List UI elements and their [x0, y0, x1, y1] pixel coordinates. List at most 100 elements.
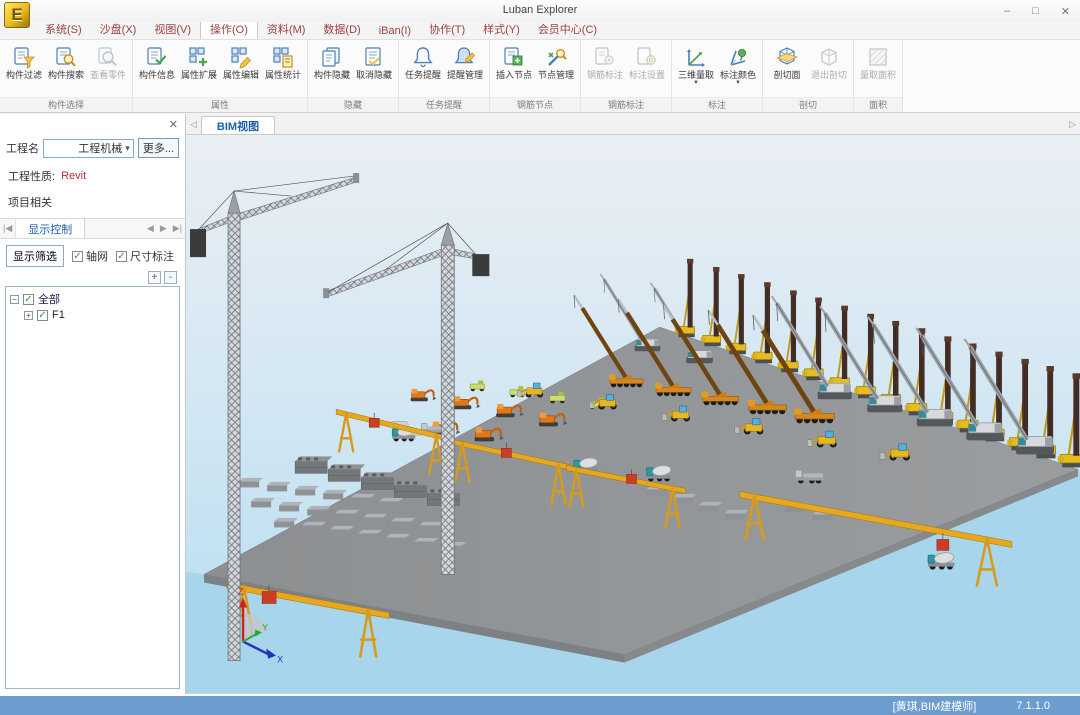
minimize-button[interactable]: – [1004, 5, 1010, 17]
axis-z-label: Z [238, 587, 244, 597]
ribbon-group-task-reminder: 任务提醒 提醒管理 任务提醒 [399, 40, 490, 112]
panel-close-icon[interactable]: ✕ [169, 118, 178, 131]
ribbon-group-label: 隐藏 [308, 97, 398, 112]
tab-next-icon[interactable]: ▶ [157, 219, 170, 238]
grid-pencil-icon [228, 44, 254, 70]
axis-grid-checkbox[interactable]: ✓ 轴网 [72, 248, 108, 264]
ribbon-group-label: 属性 [133, 97, 307, 112]
node-manage-button[interactable]: 节点管理 [535, 42, 577, 97]
menu-member-center[interactable]: 会员中心(C) [529, 20, 606, 39]
rebar-annotation-button[interactable]: 钢筋标注 [584, 42, 626, 97]
project-nature-value: Revit [61, 170, 86, 182]
tab-display-control[interactable]: 显示控制 [15, 219, 85, 238]
section-plane-button[interactable]: 剖切面 [766, 42, 808, 97]
insert-node-button[interactable]: 插入节点 [493, 42, 535, 97]
project-nature-label: 工程性质: [8, 168, 55, 184]
ribbon-group-label: 钢筋节点 [490, 97, 580, 112]
tab-last-icon[interactable]: ▶| [170, 219, 185, 238]
ribbon-group-label: 剖切 [763, 97, 853, 112]
more-button[interactable]: 更多... [138, 138, 179, 158]
app-logo-icon: E [4, 2, 30, 28]
ribbon-group-section: 剖切面 退出剖切 剖切 [763, 40, 854, 112]
menu-material[interactable]: 资料(M) [258, 20, 315, 39]
chevron-down-icon[interactable]: ▼ [735, 81, 741, 86]
expand-all-button[interactable]: + [148, 271, 161, 284]
property-stats-button[interactable]: 属性统计 [262, 42, 304, 97]
display-filter-button[interactable]: 显示筛选 [6, 245, 64, 267]
combo-arrow-icon[interactable]: ▾ [125, 143, 130, 154]
project-select[interactable]: 工程机械 ▾ [43, 139, 134, 158]
menu-collaboration[interactable]: 协作(T) [420, 20, 474, 39]
exit-section-button[interactable]: 退出剖切 [808, 42, 850, 97]
annotation-settings-button[interactable]: 标注设置 [626, 42, 668, 97]
restore-button[interactable]: □ [1032, 5, 1039, 17]
measure-3d-button[interactable]: 三维量取 ▼ [675, 42, 717, 97]
axis-x-label: X [277, 655, 283, 665]
tab-prev-icon[interactable]: ◀ [144, 219, 157, 238]
dimension-checkbox[interactable]: ✓ 尺寸标注 [116, 248, 174, 264]
project-related-label[interactable]: 项目相关 [8, 194, 52, 210]
menu-data[interactable]: 数据(D) [314, 20, 369, 39]
ribbon-group-rebar-node: 插入节点 节点管理 钢筋节点 [490, 40, 581, 112]
close-button[interactable]: ✕ [1061, 5, 1070, 18]
menu-operation[interactable]: 操作(O) [200, 19, 258, 39]
bell-edit-icon [452, 44, 478, 70]
cube-icon [816, 44, 842, 70]
checkbox-checked-icon: ✓ [116, 251, 127, 262]
title-bar: E Luban Explorer – □ ✕ [0, 0, 1080, 22]
node-insert-icon [501, 44, 527, 70]
tree-item-all[interactable]: − ✓ 全部 [10, 291, 175, 307]
checkbox-checked-icon: ✓ [72, 251, 83, 262]
unhide-button[interactable]: 取消隐藏 [353, 42, 395, 97]
measure-axes-icon [683, 44, 709, 70]
magnifier-icon [95, 44, 121, 70]
property-edit-button[interactable]: 属性编辑 [220, 42, 262, 97]
component-search-button[interactable]: 构件搜索 [45, 42, 87, 97]
ribbon-group-rebar-annotation: 钢筋标注 标注设置 钢筋标注 [581, 40, 672, 112]
menu-style[interactable]: 样式(Y) [474, 20, 529, 39]
ribbon-group-label: 任务提醒 [399, 97, 489, 112]
view-part-button[interactable]: 查看零件 [87, 42, 129, 97]
menu-sandbox[interactable]: 沙盘(X) [91, 20, 146, 39]
info-doc-icon [144, 44, 170, 70]
cube-section-icon [774, 44, 800, 70]
menu-view[interactable]: 视图(V) [145, 20, 200, 39]
hatched-area-icon [865, 44, 891, 70]
view-tab-strip: ◁ BIM视图 ▷ [186, 114, 1080, 135]
checkbox-checked-icon[interactable]: ✓ [37, 310, 48, 321]
project-name-label: 工程名 [6, 140, 39, 156]
tab-scroll-right-icon[interactable]: ▷ [1065, 114, 1080, 134]
collapse-all-button[interactable]: - [164, 271, 177, 284]
component-info-button[interactable]: 构件信息 [136, 42, 178, 97]
document-area: ◁ BIM视图 ▷ [186, 114, 1080, 694]
color-mark-icon [725, 44, 751, 70]
task-reminder-button[interactable]: 任务提醒 [402, 42, 444, 97]
window-title: Luban Explorer [0, 4, 1080, 16]
model-tree[interactable]: − ✓ 全部 + ✓ F1 [5, 286, 180, 689]
checkbox-checked-icon[interactable]: ✓ [23, 294, 34, 305]
ribbon-group-label: 构件选择 [0, 97, 132, 112]
ribbon-toolbar: 构件过滤 构件搜索 查看零件 构件选择 构件信息 属性扩展 [0, 40, 1080, 113]
ribbon-group-label: 标注 [672, 97, 762, 112]
axis-y-label: Y [262, 623, 268, 633]
reminder-manage-button[interactable]: 提醒管理 [444, 42, 486, 97]
tools-icon [543, 44, 569, 70]
search-icon [53, 44, 79, 70]
tree-item-f1[interactable]: + ✓ F1 [24, 307, 175, 323]
tab-bim-view[interactable]: BIM视图 [201, 116, 275, 134]
menu-iban[interactable]: iBan(I) [370, 24, 420, 39]
ribbon-group-hide: 构件隐藏 取消隐藏 隐藏 [308, 40, 399, 112]
tab-scroll-left-icon[interactable]: ◁ [186, 114, 201, 134]
tree-expand-icon[interactable]: + [24, 311, 33, 320]
property-extend-button[interactable]: 属性扩展 [178, 42, 220, 97]
measure-area-button[interactable]: 量取面积 [857, 42, 899, 97]
component-filter-button[interactable]: 构件过滤 [3, 42, 45, 97]
chevron-down-icon[interactable]: ▼ [693, 81, 699, 86]
annotation-color-button[interactable]: 标注颜色 ▼ [717, 42, 759, 97]
menu-system[interactable]: 系统(S) [36, 20, 91, 39]
ribbon-group-property: 构件信息 属性扩展 属性编辑 属性统计 属性 [133, 40, 308, 112]
bim-3d-viewport[interactable]: Z X Y [186, 135, 1080, 694]
tab-first-icon[interactable]: |◀ [0, 219, 15, 238]
tree-collapse-icon[interactable]: − [10, 295, 19, 304]
component-hide-button[interactable]: 构件隐藏 [311, 42, 353, 97]
